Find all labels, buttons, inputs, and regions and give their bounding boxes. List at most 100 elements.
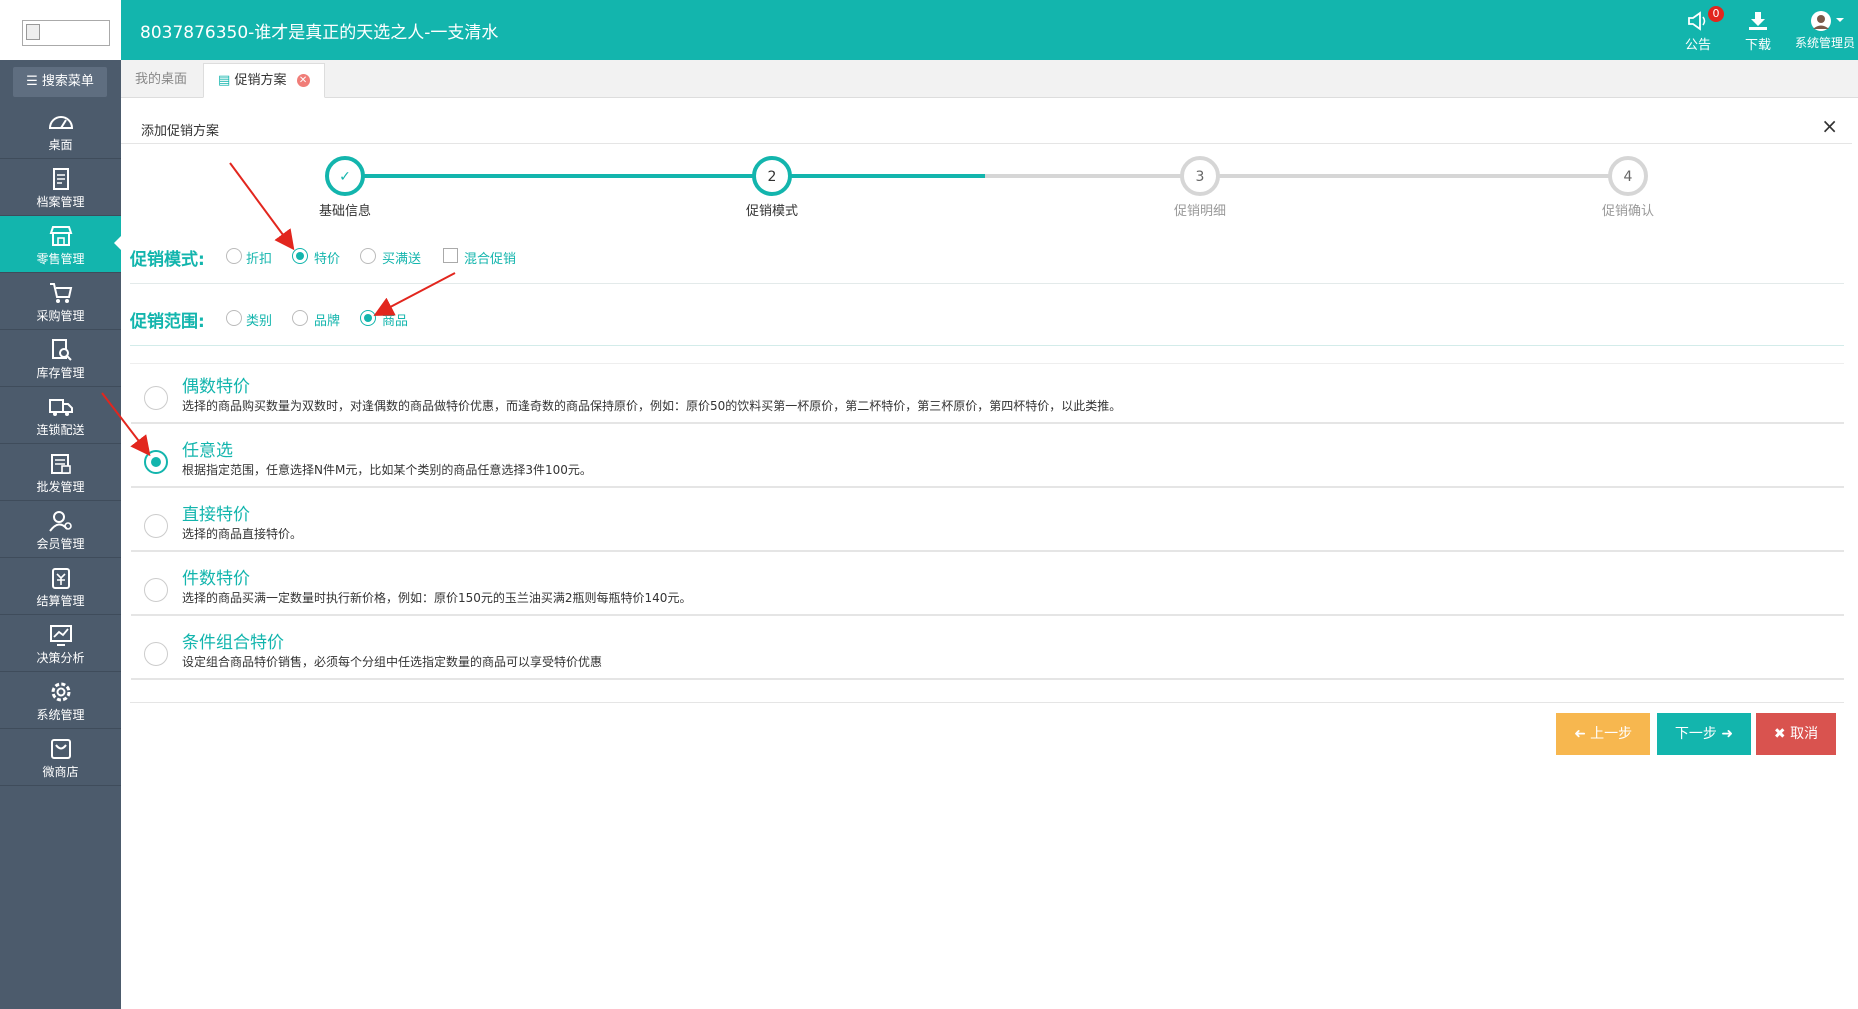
mode-option-any-pick[interactable]: 任意选 根据指定范围，任意选择N件M元，比如某个类别的商品任意选择3件100元。 bbox=[131, 428, 1844, 488]
document-icon: ▤ bbox=[218, 73, 231, 88]
mode-desc: 选择的商品买满一定数量时执行新价格，例如：原价150元的玉兰油买满2瓶则每瓶特价… bbox=[182, 591, 692, 605]
radio-category[interactable] bbox=[226, 310, 242, 326]
cancel-label: 取消 bbox=[1790, 726, 1819, 742]
sidebar-item-label: 桌面 bbox=[48, 138, 73, 152]
sidebar-item-desktop[interactable]: 桌面 bbox=[0, 102, 121, 159]
arrow-left-icon: ➜︎ bbox=[1573, 726, 1586, 742]
step-3-label: 促销明细 bbox=[1173, 204, 1226, 219]
checkbox-mixed-promo[interactable] bbox=[443, 248, 458, 263]
tab-my-desktop[interactable]: 我的桌面 bbox=[121, 63, 201, 98]
mode-radio[interactable] bbox=[144, 578, 168, 602]
megaphone-icon bbox=[1688, 11, 1706, 31]
step-3-circle: 3 bbox=[1180, 156, 1220, 196]
mode-option-quantity-special[interactable]: 件数特价 选择的商品买满一定数量时执行新价格，例如：原价150元的玉兰油买满2瓶… bbox=[131, 556, 1844, 616]
step-2-label: 促销模式 bbox=[745, 204, 798, 219]
close-x-icon: ✖ bbox=[1773, 726, 1786, 742]
divider bbox=[130, 283, 1844, 284]
promo-scope-label: 促销范围: bbox=[130, 312, 205, 332]
user-label: 系统管理员 bbox=[1794, 36, 1855, 50]
member-icon bbox=[48, 511, 72, 532]
sidebar-item-member[interactable]: 会员管理 bbox=[0, 501, 121, 558]
sidebar-item-label: 档案管理 bbox=[36, 195, 85, 209]
close-icon[interactable]: × bbox=[1821, 114, 1838, 138]
settlement-icon bbox=[51, 568, 70, 589]
divider bbox=[130, 702, 1844, 703]
announce-button[interactable]: 0 公告 bbox=[1676, 6, 1724, 56]
sidebar-item-inventory[interactable]: 库存管理 bbox=[0, 330, 121, 387]
arrow-right-icon: ➜ bbox=[1721, 726, 1734, 742]
check-icon: ✓ bbox=[339, 169, 351, 185]
sidebar-item-label: 微商店 bbox=[42, 765, 79, 779]
announce-label: 公告 bbox=[1684, 38, 1711, 53]
mode-radio[interactable] bbox=[144, 642, 168, 666]
mode-option-direct-special[interactable]: 直接特价 选择的商品直接特价。 bbox=[131, 492, 1844, 552]
sidebar-item-label: 采购管理 bbox=[36, 309, 85, 323]
logo-image[interactable] bbox=[22, 20, 110, 46]
radio-category-label[interactable]: 类别 bbox=[246, 310, 272, 329]
dashboard-icon bbox=[48, 116, 73, 129]
mode-radio[interactable] bbox=[144, 450, 168, 474]
checkbox-mixed-promo-label[interactable]: 混合促销 bbox=[464, 248, 516, 267]
radio-buy-full-gift[interactable] bbox=[360, 248, 376, 264]
sidebar-item-system[interactable]: 系统管理 bbox=[0, 672, 121, 729]
sidebar-item-label: 系统管理 bbox=[36, 708, 85, 722]
radio-special-price[interactable] bbox=[292, 248, 308, 264]
radio-special-price-label[interactable]: 特价 bbox=[314, 248, 340, 267]
tab-label: 我的桌面 bbox=[135, 72, 188, 87]
download-icon bbox=[1749, 12, 1767, 30]
download-label: 下载 bbox=[1744, 38, 1771, 53]
step-progress-pending bbox=[985, 174, 1625, 178]
step-4-circle: 4 bbox=[1608, 156, 1648, 196]
avatar-icon bbox=[1811, 11, 1844, 31]
download-button[interactable]: 下载 bbox=[1736, 6, 1780, 56]
mode-option-even-special[interactable]: 偶数特价 选择的商品购买数量为双数时，对逢偶数的商品做特价优惠，而逢奇数的商品保… bbox=[131, 364, 1844, 424]
next-step-label: 下一步 bbox=[1674, 726, 1717, 742]
inventory-search-icon bbox=[51, 339, 72, 361]
sidebar-item-retail[interactable]: 零售管理 bbox=[0, 216, 121, 273]
sidebar-item-archive[interactable]: 档案管理 bbox=[0, 159, 121, 216]
prev-step-label: 上一步 bbox=[1590, 726, 1633, 742]
panel-title: 添加促销方案 bbox=[141, 124, 220, 139]
radio-product-label[interactable]: 商品 bbox=[382, 310, 408, 329]
menu-list-icon: ☰ bbox=[26, 74, 38, 89]
mode-title: 条件组合特价 bbox=[182, 633, 284, 653]
mode-title: 任意选 bbox=[182, 441, 233, 461]
prev-step-button[interactable]: ➜︎ 上一步 bbox=[1556, 713, 1650, 755]
promo-mode-label: 促销模式: bbox=[130, 250, 205, 270]
sidebar-item-label: 库存管理 bbox=[36, 366, 85, 380]
sidebar-item-analysis[interactable]: 决策分析 bbox=[0, 615, 121, 672]
search-menu-label: 搜索菜单 bbox=[41, 74, 94, 89]
radio-discount-label[interactable]: 折扣 bbox=[246, 248, 272, 267]
sidebar-item-label: 批发管理 bbox=[36, 480, 85, 494]
file-icon bbox=[52, 168, 69, 190]
radio-discount[interactable] bbox=[226, 248, 242, 264]
next-step-button[interactable]: 下一步 ➜ bbox=[1657, 713, 1751, 755]
sidebar-item-wholesale[interactable]: 批发管理 bbox=[0, 444, 121, 501]
radio-brand[interactable] bbox=[292, 310, 308, 326]
sidebar-item-label: 连锁配送 bbox=[36, 423, 85, 437]
promo-scope-row: 促销范围: 类别 品牌 商品 bbox=[130, 293, 1830, 343]
step-number: 4 bbox=[1623, 169, 1633, 185]
panel-header: 添加促销方案 × bbox=[121, 106, 1852, 144]
store-icon bbox=[49, 226, 72, 246]
search-menu-button[interactable]: ☰ 搜索菜单 bbox=[13, 67, 107, 97]
cancel-button[interactable]: ✖ 取消 bbox=[1756, 713, 1836, 755]
mode-radio[interactable] bbox=[144, 514, 168, 538]
app-title: 8037876350-谁才是真正的天选之人-一支清水 bbox=[140, 23, 499, 43]
radio-product[interactable] bbox=[360, 310, 376, 326]
sidebar-item-purchase[interactable]: 采购管理 bbox=[0, 273, 121, 330]
sidebar-item-distribution[interactable]: 连锁配送 bbox=[0, 387, 121, 444]
radio-buy-full-gift-label[interactable]: 买满送 bbox=[382, 248, 421, 267]
tab-close-icon[interactable]: ✕ bbox=[296, 74, 310, 87]
tab-promotion[interactable]: ▤ 促销方案 ✕ bbox=[203, 63, 325, 98]
radio-brand-label[interactable]: 品牌 bbox=[314, 310, 340, 329]
user-menu[interactable]: 系统管理员 bbox=[1794, 6, 1856, 56]
step-number: 3 bbox=[1195, 169, 1205, 185]
sidebar: ☰ 搜索菜单 桌面 档案管理 零售管理 采购管理 库存管理 连锁配送 批发管理 … bbox=[0, 60, 121, 1009]
mode-desc: 选择的商品直接特价。 bbox=[182, 527, 303, 541]
mode-option-combo-special[interactable]: 条件组合特价 设定组合商品特价销售，必须每个分组中任选指定数量的商品可以享受特价… bbox=[131, 620, 1844, 680]
sidebar-item-microshop[interactable]: 微商店 bbox=[0, 729, 121, 786]
mode-radio[interactable] bbox=[144, 386, 168, 410]
sidebar-item-settlement[interactable]: 结算管理 bbox=[0, 558, 121, 615]
mode-title: 直接特价 bbox=[182, 505, 250, 525]
